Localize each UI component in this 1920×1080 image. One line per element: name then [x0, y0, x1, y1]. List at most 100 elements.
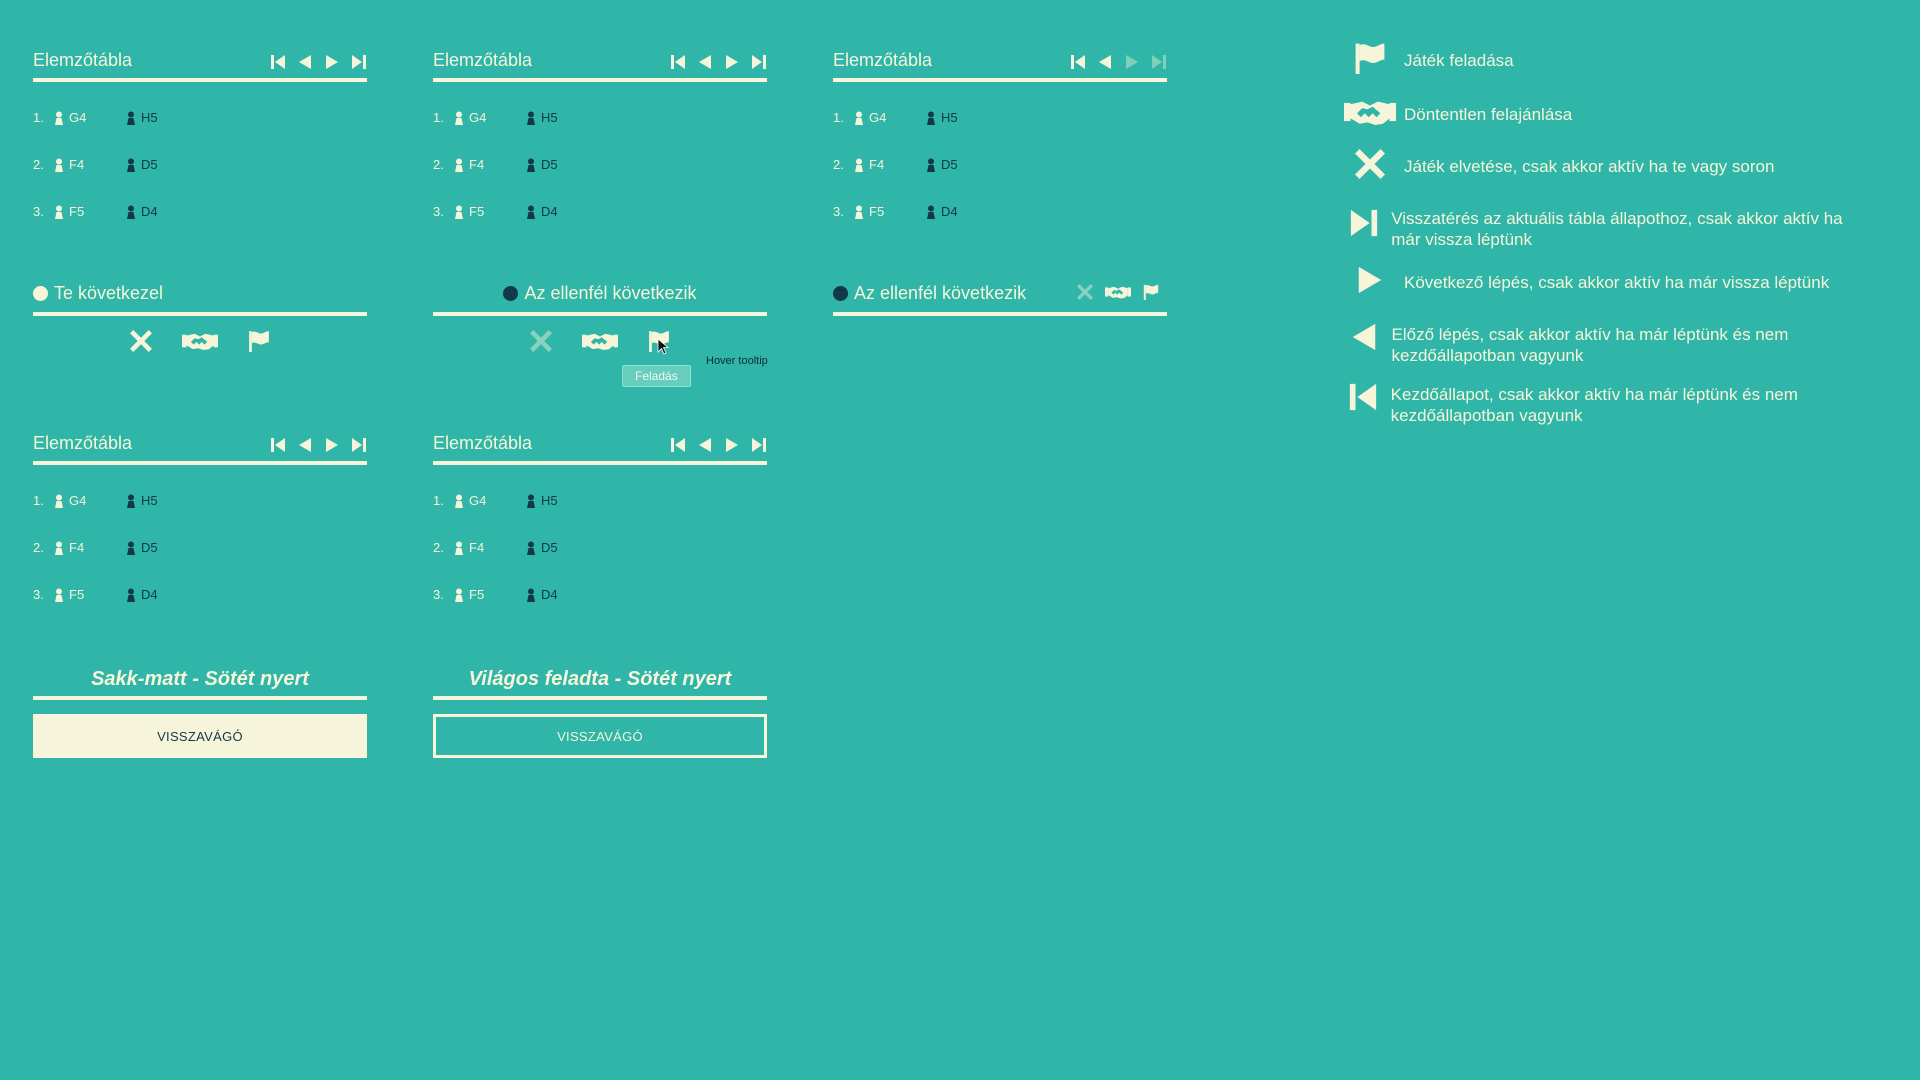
play-next-icon[interactable] [724, 54, 740, 70]
legend-text: Játék elvetése, csak akkor aktív ha te v… [1404, 157, 1775, 176]
black-move: D4 [925, 204, 958, 219]
black-move-text: D5 [541, 540, 558, 555]
white-move: G4 [453, 110, 525, 125]
white-player-icon [453, 111, 465, 125]
move-navigation [270, 437, 367, 453]
play-next-icon [1124, 54, 1140, 70]
black-player-icon [925, 205, 937, 219]
move-list: 1. G4 H5 2. F4 D5 3. F5 D4 [433, 477, 767, 618]
white-move-text: F4 [69, 157, 85, 172]
panel-header: Elemzőtábla [833, 46, 1167, 82]
skip-to-start-icon[interactable] [270, 54, 286, 70]
rematch-button[interactable]: VISSZAVÁGÓ [433, 714, 767, 758]
handshake-icon [1344, 96, 1396, 128]
handshake-icon[interactable] [182, 330, 218, 352]
black-player-icon [525, 494, 537, 508]
move-row: 2. F4 D5 [33, 141, 367, 188]
white-player-icon [453, 541, 465, 555]
white-player-icon [53, 494, 65, 508]
move-list: 1. G4 H5 2. F4 D5 3. F5 D4 [433, 94, 767, 235]
panel-header: Elemzőtábla [33, 46, 367, 82]
skip-to-start-icon[interactable] [670, 437, 686, 453]
close-icon[interactable] [130, 330, 152, 352]
white-move: F5 [453, 587, 525, 602]
handshake-icon[interactable] [582, 330, 618, 352]
close-icon [1355, 148, 1385, 180]
status-text: Az ellenfél következik [503, 283, 697, 303]
play-next-icon[interactable] [324, 54, 340, 70]
turn-status-yours: Te következel [33, 283, 367, 352]
move-number: 2. [433, 540, 444, 555]
previous-icon[interactable] [1097, 54, 1113, 70]
handshake-icon[interactable] [1105, 284, 1131, 305]
panel-title: Elemzőtábla [33, 433, 133, 453]
black-move: D4 [125, 204, 158, 219]
move-navigation [670, 437, 767, 453]
black-move: H5 [125, 493, 158, 508]
status-bar: Az ellenfél következik [433, 279, 767, 316]
game-result-checkmate: Sakk-matt - Sötét nyert VISSZAVÁGÓ [33, 664, 367, 758]
black-move-text: D5 [541, 157, 558, 172]
skip-to-start-icon[interactable] [1070, 54, 1086, 70]
white-player-icon [53, 158, 65, 172]
white-move: F5 [53, 587, 125, 602]
black-player-icon [125, 205, 137, 219]
black-move: D5 [925, 157, 958, 172]
move-list: 1. G4 H5 2. F4 D5 3. F5 D4 [833, 94, 1167, 235]
move-row: 3. F5 D4 [433, 571, 767, 618]
result-text: Sakk-matt - Sötét nyert [91, 668, 309, 690]
skip-to-end-icon[interactable] [351, 54, 367, 70]
move-number: 2. [33, 157, 44, 172]
white-move: F5 [453, 204, 525, 219]
status-text: Te következel [33, 283, 163, 303]
rematch-button[interactable]: VISSZAVÁGÓ [33, 714, 367, 758]
white-move-text: F4 [469, 157, 485, 172]
white-player-icon [53, 588, 65, 602]
light-turn-dot [33, 286, 48, 301]
skip-to-start-icon[interactable] [270, 437, 286, 453]
black-player-icon [925, 158, 937, 172]
status-bar: Te következel [33, 283, 367, 316]
black-move-text: D4 [141, 587, 158, 602]
move-navigation [270, 54, 367, 70]
flag-icon[interactable] [248, 330, 270, 352]
previous-icon[interactable] [297, 54, 313, 70]
white-player-icon [53, 205, 65, 219]
analysis-panel-2: Elemzőtábla 1. G4 H5 2. F4 D5 3. F5 D4 [433, 46, 767, 235]
skip-to-end-icon[interactable] [351, 437, 367, 453]
move-row: 2. F4 D5 [433, 141, 767, 188]
previous-icon[interactable] [297, 437, 313, 453]
play-next-icon[interactable] [724, 437, 740, 453]
black-move: D4 [525, 204, 558, 219]
previous-icon[interactable] [697, 54, 713, 70]
black-move-text: D4 [541, 587, 558, 602]
previous-icon[interactable] [697, 437, 713, 453]
black-move: H5 [125, 110, 158, 125]
black-move: D4 [525, 587, 558, 602]
white-player-icon [453, 588, 465, 602]
white-player-icon [53, 111, 65, 125]
move-list: 1. G4 H5 2. F4 D5 3. F5 D4 [33, 477, 367, 618]
skip-to-end-icon [1151, 54, 1167, 70]
white-move-text: G4 [69, 493, 87, 508]
white-move-text: G4 [469, 110, 487, 125]
skip-to-end-icon[interactable] [751, 437, 767, 453]
black-player-icon [525, 111, 537, 125]
legend-item: Visszatérés az aktuális tábla állapothoz… [1336, 200, 1876, 264]
white-move-text: G4 [869, 110, 887, 125]
move-row: 2. F4 D5 [833, 141, 1167, 188]
move-row: 3. F5 D4 [833, 188, 1167, 235]
black-move-text: D5 [141, 157, 158, 172]
black-move-text: D4 [141, 204, 158, 219]
skip-to-end-icon[interactable] [751, 54, 767, 70]
analysis-panel-4: Elemzőtábla 1. G4 H5 2. F4 D5 3. F5 D4 [33, 429, 367, 618]
move-number: 2. [433, 157, 444, 172]
legend-item: Játék elvetése, csak akkor aktív ha te v… [1336, 148, 1876, 200]
skip-to-start-icon[interactable] [670, 54, 686, 70]
game-actions [33, 330, 367, 352]
panel-title: Elemzőtábla [433, 50, 533, 70]
analysis-panel-3: Elemzőtábla 1. G4 H5 2. F4 D5 3. F5 D4 [833, 46, 1167, 235]
black-move-text: D5 [141, 540, 158, 555]
play-next-icon[interactable] [324, 437, 340, 453]
flag-icon[interactable] [1143, 284, 1159, 305]
